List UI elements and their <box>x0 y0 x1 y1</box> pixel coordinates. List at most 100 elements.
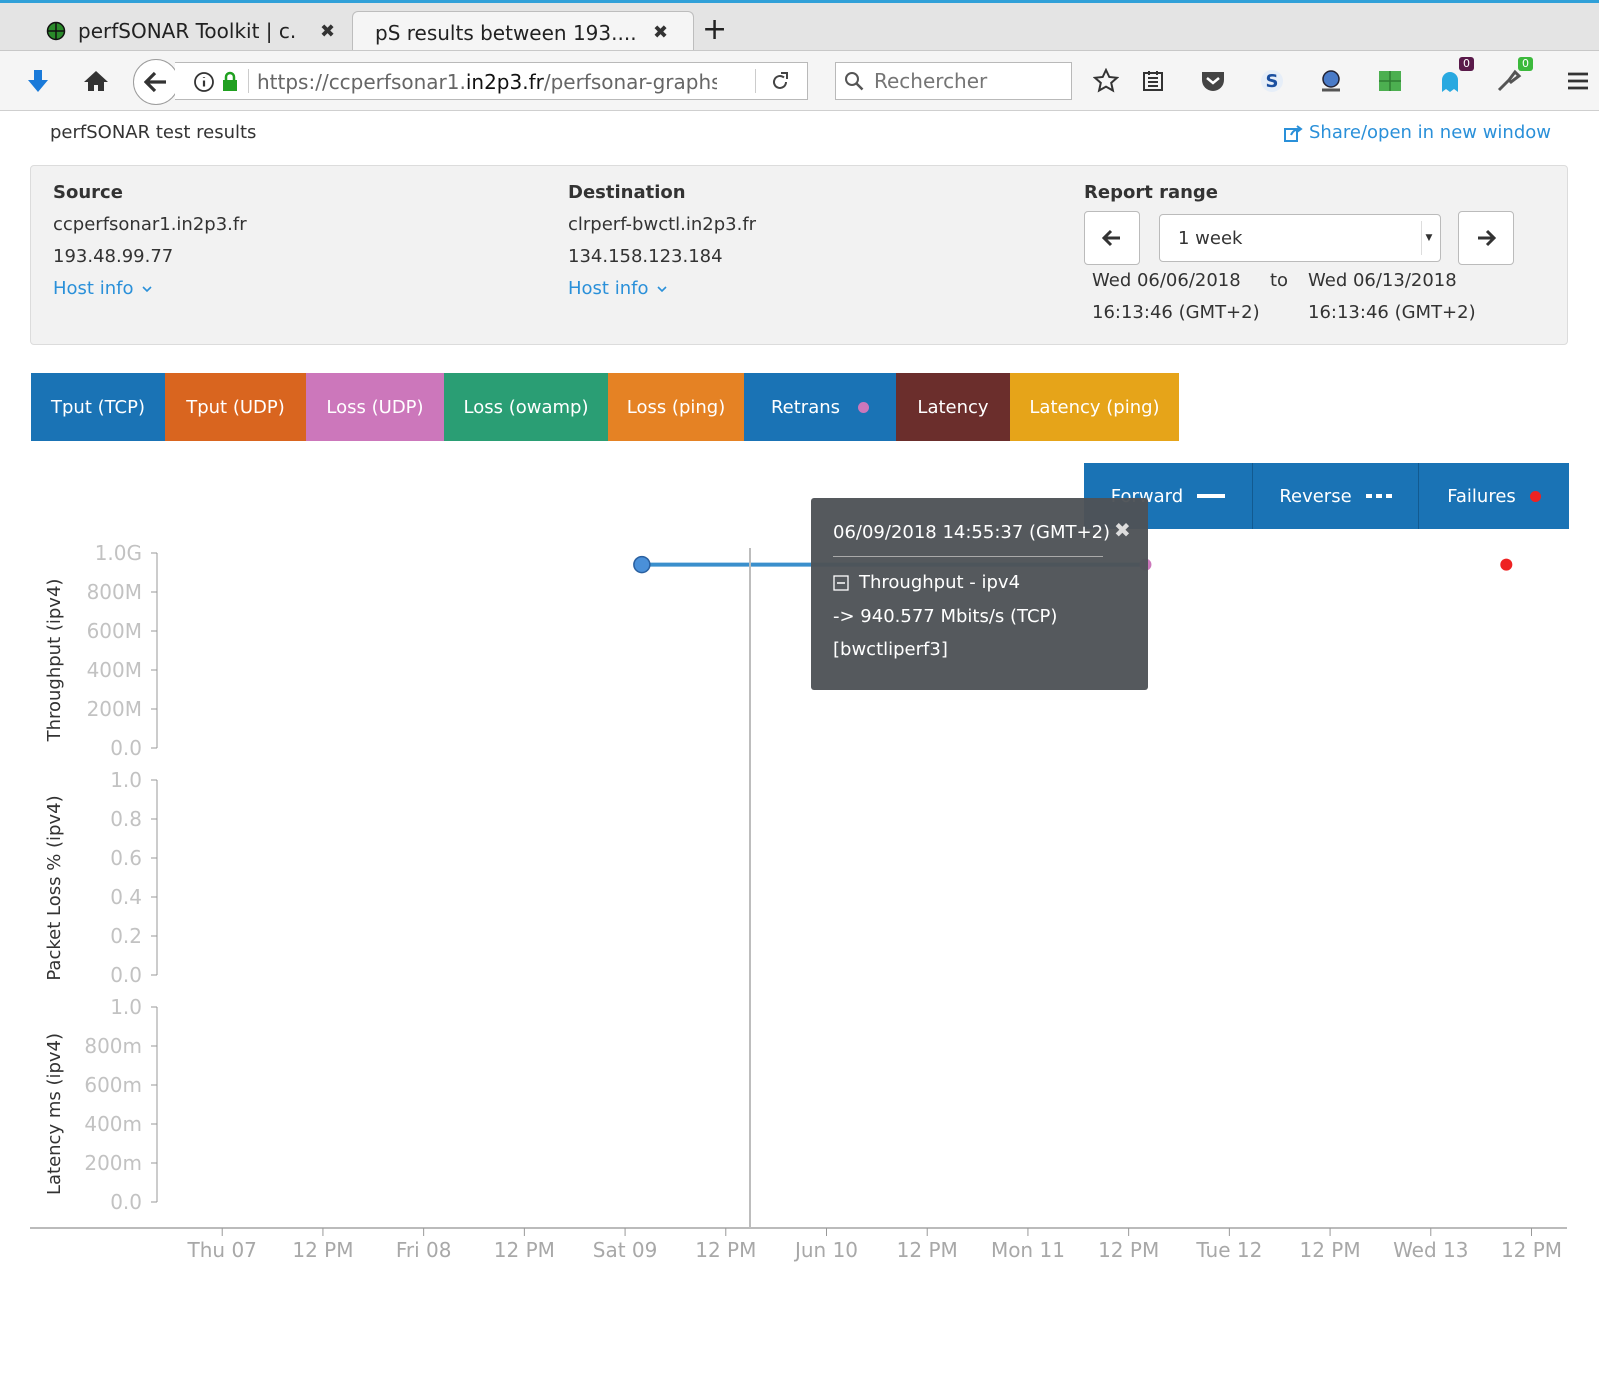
x-tick-label: Mon 11 <box>991 1238 1065 1262</box>
tab-label: Loss (ping) <box>626 396 726 418</box>
new-tab-button[interactable]: + <box>702 15 727 45</box>
back-button[interactable] <box>133 59 179 105</box>
x-tick-label: Thu 07 <box>187 1238 257 1262</box>
data-point-marker <box>633 555 651 574</box>
notification-badge: 0 <box>1459 57 1474 71</box>
y-tick-label: 800m <box>84 1034 142 1058</box>
destination-host: clrperf-bwctl.in2p3.fr <box>568 214 757 235</box>
y-tick-label: 1.0G <box>95 541 142 565</box>
tooltip-value: -> 940.577 Mbits/s (TCP) <box>833 606 1058 627</box>
x-tick-label: Fri 08 <box>396 1238 452 1262</box>
green-grid-extension-icon[interactable] <box>1372 63 1408 99</box>
search-input[interactable] <box>872 68 1076 94</box>
y-tick-label: 800M <box>87 580 142 604</box>
tools-extension-icon[interactable]: 0 <box>1491 57 1533 99</box>
share-icon <box>1283 123 1303 143</box>
url-bar[interactable]: https://ccperfsonar1.in2p3.fr/perfsonar-… <box>175 62 808 100</box>
source-label: Source <box>53 182 123 203</box>
destination-label: Destination <box>568 182 686 203</box>
search-box[interactable] <box>835 62 1076 100</box>
translate-extension-icon[interactable] <box>1313 63 1349 99</box>
source-host: ccperfsonar1.in2p3.fr <box>53 214 247 235</box>
range-next-button[interactable] <box>1458 211 1514 265</box>
y-tick-label: 1.0 <box>110 995 142 1019</box>
tooltip-tool: [bwctliperf3] <box>833 639 948 660</box>
tab-retrans[interactable]: Retrans <box>744 373 896 441</box>
lock-icon[interactable] <box>221 71 239 93</box>
failures-label: Failures <box>1447 485 1516 507</box>
close-tab-icon[interactable]: ✖ <box>653 22 668 43</box>
pocket-icon[interactable] <box>1195 63 1231 99</box>
destination-ip: 134.158.123.184 <box>568 246 723 267</box>
collapse-icon[interactable] <box>833 574 849 591</box>
data-point-tooltip: 06/09/2018 14:55:37 (GMT+2) ✖ Throughput… <box>811 498 1148 690</box>
download-icon[interactable] <box>20 63 56 99</box>
url-path: /perfsonar-graphs/? <box>543 70 717 94</box>
x-tick-label: Tue 12 <box>1195 1238 1262 1262</box>
range-end-date: Wed 06/13/2018 <box>1308 270 1457 291</box>
x-tick-label: 12 PM <box>695 1238 756 1262</box>
failures-toggle[interactable]: Failures <box>1419 463 1569 529</box>
destination-host-info-link[interactable]: Host info <box>568 278 668 299</box>
y-axis-title: Throughput (ipv4) <box>44 579 65 743</box>
navigation-toolbar: https://ccperfsonar1.in2p3.fr/perfsonar-… <box>0 50 1599 111</box>
failure-dot-icon <box>1529 490 1541 502</box>
y-tick-label: 0.0 <box>110 963 142 987</box>
arrow-left-icon <box>144 71 168 93</box>
range-end-time: 16:13:46 (GMT+2) <box>1308 302 1476 323</box>
tab-label: Latency <box>917 396 989 418</box>
host-info-label: Host info <box>568 278 649 299</box>
selected-range: 1 week <box>1178 227 1243 249</box>
tab-label: Retrans <box>770 396 841 418</box>
range-to-label: to <box>1270 270 1289 291</box>
retrans-dot-icon <box>858 401 870 413</box>
url-prefix: https://ccperfsonar1. <box>257 70 466 94</box>
tooltip-row: Throughput - ipv4 <box>833 572 1020 593</box>
range-previous-button[interactable] <box>1084 211 1140 265</box>
page-title: perfSONAR test results <box>50 122 257 143</box>
reading-list-icon[interactable] <box>1135 63 1171 99</box>
y-tick-label: 400m <box>84 1112 142 1136</box>
tab-loss-ping[interactable]: Loss (ping) <box>608 373 744 441</box>
tab-loss-owamp[interactable]: Loss (owamp) <box>444 373 608 441</box>
y-axis-title: Latency ms (ipv4) <box>44 1033 65 1195</box>
close-tab-icon[interactable]: ✖ <box>320 21 335 42</box>
bookmark-star-icon[interactable] <box>1088 63 1124 99</box>
report-range-label: Report range <box>1084 182 1218 203</box>
close-icon[interactable]: ✖ <box>1114 518 1131 542</box>
ghost-extension-icon[interactable]: 0 <box>1432 57 1474 99</box>
tab-loss-udp[interactable]: Loss (UDP) <box>306 373 444 441</box>
tooltip-divider <box>833 556 1103 557</box>
s-extension-icon[interactable]: S <box>1254 63 1290 99</box>
reverse-toggle[interactable]: Reverse <box>1253 463 1419 529</box>
source-ip: 193.48.99.77 <box>53 246 174 267</box>
source-host-info-link[interactable]: Host info <box>53 278 153 299</box>
info-icon[interactable] <box>193 71 215 93</box>
tab-tput-tcp[interactable]: Tput (TCP) <box>31 373 165 441</box>
tab-latency-ping[interactable]: Latency (ping) <box>1010 373 1179 441</box>
solid-line-icon <box>1197 494 1226 498</box>
url-host: in2p3.fr <box>465 70 544 94</box>
y-tick-label: 0.2 <box>110 924 142 948</box>
y-tick-label: 600m <box>84 1073 142 1097</box>
arrow-left-icon <box>1102 229 1122 247</box>
tab-latency[interactable]: Latency <box>896 373 1010 441</box>
menu-icon[interactable] <box>1560 63 1596 99</box>
x-tick-label: 12 PM <box>494 1238 555 1262</box>
reload-icon[interactable] <box>769 71 791 93</box>
share-link[interactable]: Share/open in new window <box>1283 122 1551 143</box>
addon-badge: 0 <box>1518 57 1533 71</box>
test-type-tabs: Tput (TCP) Tput (UDP) Loss (UDP) Loss (o… <box>31 373 1179 441</box>
y-tick-label: 0.0 <box>110 736 142 760</box>
report-range-select[interactable]: 1 week ▼ <box>1159 214 1441 262</box>
tab-perfsonar-toolkit[interactable]: perfSONAR Toolkit | c... ✖ <box>30 12 350 50</box>
home-icon[interactable] <box>78 63 114 99</box>
tab-tput-udp[interactable]: Tput (UDP) <box>165 373 306 441</box>
host-info-label: Host info <box>53 278 134 299</box>
y-tick-label: 200M <box>87 697 142 721</box>
chevron-down-icon <box>141 284 153 294</box>
tab-ps-results[interactable]: pS results between 193.... ✖ <box>352 11 694 53</box>
y-tick-label: 1.0 <box>110 768 142 792</box>
y-tick-label: 0.6 <box>110 846 142 870</box>
url-text[interactable]: https://ccperfsonar1.in2p3.fr/perfsonar-… <box>257 70 717 94</box>
